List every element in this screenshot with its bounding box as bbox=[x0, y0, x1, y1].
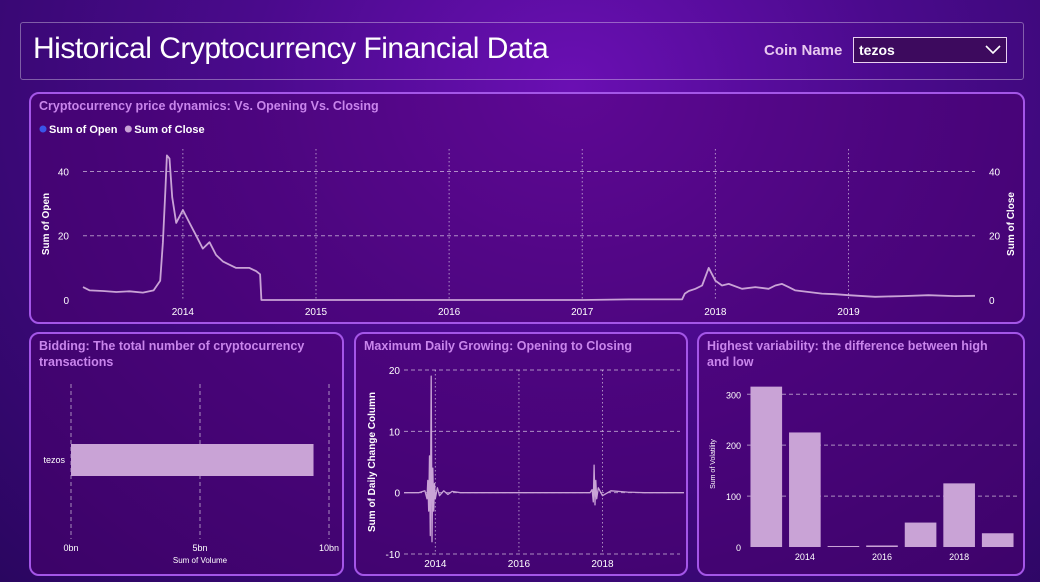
category-label: tezos bbox=[43, 455, 65, 465]
x-tick-label: 2019 bbox=[837, 307, 860, 318]
bidding-panel: Bidding: The total number of cryptocurre… bbox=[29, 332, 344, 576]
bar-2019 bbox=[981, 533, 1014, 547]
bar-2014 bbox=[789, 432, 821, 547]
y-tick-label: 200 bbox=[726, 441, 741, 451]
y-tick-label: -10 bbox=[386, 550, 401, 561]
y-tick-label: 10 bbox=[389, 427, 401, 438]
x-tick-label: 5bn bbox=[192, 543, 207, 553]
bar-2013 bbox=[750, 386, 783, 547]
page-title: Historical Cryptocurrency Financial Data bbox=[33, 32, 549, 65]
bar-2018 bbox=[943, 483, 975, 547]
x-tick-label: 2015 bbox=[305, 307, 328, 318]
y-tick-label: 0 bbox=[736, 543, 741, 553]
coin-name-label: Coin Name bbox=[764, 42, 843, 59]
x-tick-label: 2018 bbox=[704, 307, 727, 318]
x-tick-label: 10bn bbox=[319, 543, 339, 553]
y-tick-left: 20 bbox=[58, 232, 70, 243]
y-tick-right: 40 bbox=[989, 167, 1001, 178]
bar-2017 bbox=[904, 522, 937, 547]
x-tick-label: 2018 bbox=[949, 552, 969, 562]
y-tick-label: 300 bbox=[726, 390, 741, 400]
bidding-chart[interactable]: 0bn 5bn 10bn tezos Sum of Volume bbox=[31, 334, 342, 574]
coin-name-dropdown[interactable]: tezos bbox=[853, 37, 1007, 63]
x-tick-label: 2016 bbox=[438, 307, 461, 318]
x-tick-label: 0bn bbox=[63, 543, 78, 553]
legend-label-0: Sum of Open bbox=[49, 124, 118, 136]
x-axis-title: Sum of Volume bbox=[173, 556, 228, 565]
variability-panel: Highest variability: the difference betw… bbox=[697, 332, 1025, 576]
x-tick-label: 2016 bbox=[872, 552, 892, 562]
x-tick-label: 2017 bbox=[571, 307, 594, 318]
series-line-daily-change bbox=[404, 375, 684, 543]
legend-marker-0 bbox=[39, 125, 47, 133]
y-tick-right: 0 bbox=[989, 296, 995, 307]
legend-marker-1 bbox=[124, 125, 132, 133]
y-tick-left: 40 bbox=[58, 167, 70, 178]
bar-2016 bbox=[866, 545, 898, 547]
bar-tezos bbox=[71, 444, 314, 476]
y-axis-title-right: Sum of Close bbox=[1006, 192, 1017, 256]
y-tick-left: 0 bbox=[63, 296, 69, 307]
legend-label-1: Sum of Close bbox=[134, 124, 204, 136]
bar-2015 bbox=[827, 545, 860, 547]
variability-chart[interactable]: 0 100 200 300 Sum of Volatility 2014 2016 2018 bbox=[699, 334, 1023, 574]
series-line-close bbox=[82, 154, 976, 301]
x-tick-label: 2014 bbox=[795, 552, 815, 562]
price-dynamics-panel: Cryptocurrency price dynamics: Vs. Openi… bbox=[29, 92, 1025, 324]
x-tick-label: 2016 bbox=[508, 559, 531, 570]
daily-growing-panel: Maximum Daily Growing: Opening to Closin… bbox=[354, 332, 688, 576]
y-axis-title: Sum of Daily Change Column bbox=[367, 392, 378, 532]
y-tick-label: 20 bbox=[389, 366, 401, 377]
chevron-down-icon bbox=[985, 45, 1001, 55]
y-tick-label: 100 bbox=[726, 492, 741, 502]
x-tick-label: 2018 bbox=[591, 559, 614, 570]
x-tick-label: 2014 bbox=[172, 307, 195, 318]
x-tick-label: 2014 bbox=[424, 559, 447, 570]
y-axis-title: Sum of Volatility bbox=[710, 439, 717, 489]
daily-growing-chart[interactable]: -10 0 10 20 2014 2016 2018 Sum of Daily Change … bbox=[356, 334, 686, 574]
header-bar: Historical Cryptocurrency Financial Data… bbox=[20, 22, 1024, 80]
price-dynamics-chart[interactable]: Sum of Open Sum of Close 0 0 20 20 40 40 2014 201… bbox=[31, 94, 1023, 322]
y-tick-label: 0 bbox=[394, 489, 400, 500]
coin-name-value: tezos bbox=[859, 42, 895, 58]
y-tick-right: 20 bbox=[989, 232, 1001, 243]
y-axis-title-left: Sum of Open bbox=[41, 193, 52, 255]
